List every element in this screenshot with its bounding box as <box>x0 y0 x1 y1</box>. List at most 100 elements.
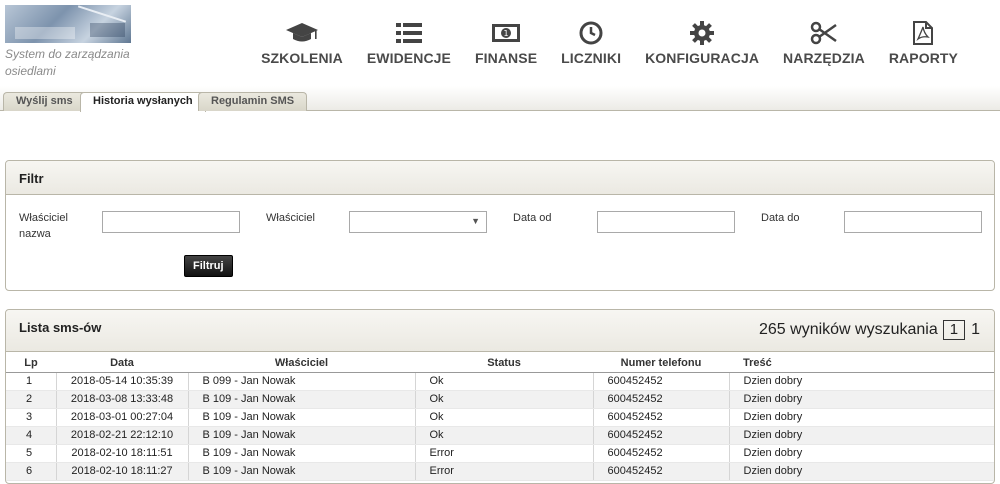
tab-regulamin-sms[interactable]: Regulamin SMS <box>198 92 308 111</box>
logo-image[interactable] <box>5 5 131 43</box>
owner-select[interactable]: ▼ <box>349 211 487 233</box>
graduation-cap-icon <box>285 20 319 46</box>
cell-lp: 3 <box>6 408 56 427</box>
nav-ewidencje[interactable]: EWIDENCJE <box>355 20 463 66</box>
current-page-input[interactable]: 1 <box>942 320 966 340</box>
results-count: 265 wyników wyszukania <box>759 321 938 338</box>
cell-text: Dzien dobry <box>728 372 994 391</box>
nav-label: LICZNIKI <box>561 50 622 66</box>
svg-text:1: 1 <box>504 29 509 38</box>
col-status[interactable]: Status <box>415 354 593 373</box>
cell-status: Ok <box>414 390 593 409</box>
cell-text: Dzien dobry <box>728 408 994 427</box>
date-from-label: Data od <box>513 212 552 224</box>
filter-panel: Filtr Właściciel nazwa Właściciel ▼ Data… <box>5 160 995 291</box>
cell-date: 2018-03-08 13:33:48 <box>55 390 188 409</box>
clock-icon <box>579 20 603 46</box>
col-numer-telefonu[interactable]: Numer telefonu <box>593 354 729 373</box>
date-to-label: Data do <box>761 212 800 224</box>
pdf-file-icon <box>913 20 934 46</box>
nav-label: SZKOLENIA <box>261 50 343 66</box>
nav-szkolenia[interactable]: SZKOLENIA <box>249 20 355 66</box>
nav-label: FINANSE <box>475 50 538 66</box>
cell-date: 2018-05-14 10:35:39 <box>55 372 188 391</box>
cell-text: Dzien dobry <box>728 444 994 463</box>
list-panel-header: Lista sms-ów 265 wyników wyszukania 1 1 <box>6 310 994 352</box>
col-tresc[interactable]: Treść <box>729 354 994 373</box>
owner-name-label: Właściciel nazwa <box>19 212 68 240</box>
cell-phone: 600452452 <box>592 372 729 391</box>
gear-icon <box>690 20 715 46</box>
col-wlasciciel[interactable]: Właściciel <box>188 354 415 373</box>
cell-date: 2018-02-10 18:11:27 <box>55 462 188 481</box>
cell-phone: 600452452 <box>592 390 729 409</box>
col-data[interactable]: Data <box>56 354 188 373</box>
pagination: 265 wyników wyszukania 1 1 <box>759 320 980 340</box>
logo-text: System do zarządzania osiedlami <box>5 47 130 78</box>
date-from-input[interactable] <box>597 211 735 233</box>
cell-owner: B 109 - Jan Nowak <box>187 408 415 427</box>
nav-finanse[interactable]: 1 FINANSE <box>463 20 549 66</box>
sms-list-panel: Lista sms-ów 265 wyników wyszukania 1 1 … <box>5 309 995 484</box>
table-row[interactable]: 4 2018-02-21 22:12:10 B 109 - Jan Nowak … <box>6 426 994 445</box>
cell-status: Ok <box>414 372 593 391</box>
cell-date: 2018-02-10 18:11:51 <box>55 444 188 463</box>
table-row[interactable]: 1 2018-05-14 10:35:39 B 099 - Jan Nowak … <box>6 372 994 391</box>
cell-phone: 600452452 <box>592 408 729 427</box>
sms-table-body: 1 2018-05-14 10:35:39 B 099 - Jan Nowak … <box>6 372 994 481</box>
nav-label: NARZĘDZIA <box>783 50 865 66</box>
cell-owner: B 099 - Jan Nowak <box>187 372 415 391</box>
cell-text: Dzien dobry <box>728 462 994 481</box>
cell-text: Dzien dobry <box>728 426 994 445</box>
app-header: System do zarządzania osiedlami SZKOLENI… <box>0 0 1000 86</box>
list-title: Lista sms-ów <box>19 320 102 335</box>
cell-text: Dzien dobry <box>728 390 994 409</box>
sms-table: Lp Data Właściciel Status Numer telefonu… <box>6 354 994 481</box>
nav-liczniki[interactable]: LICZNIKI <box>549 20 633 66</box>
cell-status: Ok <box>414 426 593 445</box>
owner-name-input[interactable] <box>102 211 240 233</box>
nav-konfiguracja[interactable]: KONFIGURACJA <box>633 20 771 66</box>
cell-owner: B 109 - Jan Nowak <box>187 444 415 463</box>
cell-lp: 6 <box>6 462 56 481</box>
filter-title: Filtr <box>19 171 44 186</box>
cell-phone: 600452452 <box>592 426 729 445</box>
chevron-down-icon: ▼ <box>471 216 480 226</box>
nav-label: RAPORTY <box>888 50 958 66</box>
cell-phone: 600452452 <box>592 444 729 463</box>
cell-owner: B 109 - Jan Nowak <box>187 426 415 445</box>
tab-bar: Wyślij sms Historia wysłanych Regulamin … <box>0 86 1000 112</box>
scissors-icon <box>810 20 838 46</box>
money-icon: 1 <box>491 20 521 46</box>
table-row[interactable]: 5 2018-02-10 18:11:51 B 109 - Jan Nowak … <box>6 444 994 463</box>
filter-button[interactable]: Filtruj <box>184 255 233 277</box>
tab-wyslij-sms[interactable]: Wyślij sms <box>3 92 86 111</box>
table-row[interactable]: 3 2018-03-01 00:27:04 B 109 - Jan Nowak … <box>6 408 994 427</box>
col-lp[interactable]: Lp <box>6 354 56 373</box>
owner-label: Właściciel <box>266 212 315 224</box>
cell-lp: 1 <box>6 372 56 391</box>
nav-label: KONFIGURACJA <box>645 50 760 66</box>
nav-narzedzia[interactable]: NARZĘDZIA <box>771 20 877 66</box>
table-header-row: Lp Data Właściciel Status Numer telefonu… <box>6 354 994 373</box>
list-icon <box>395 20 422 46</box>
cell-date: 2018-02-21 22:12:10 <box>55 426 188 445</box>
cell-status: Ok <box>414 408 593 427</box>
nav-raporty[interactable]: RAPORTY <box>877 20 970 66</box>
date-to-input[interactable] <box>844 211 982 233</box>
cell-owner: B 109 - Jan Nowak <box>187 462 415 481</box>
cell-lp: 2 <box>6 390 56 409</box>
cell-lp: 4 <box>6 426 56 445</box>
cell-date: 2018-03-01 00:27:04 <box>55 408 188 427</box>
cell-status: Error <box>414 462 593 481</box>
nav-label: EWIDENCJE <box>366 50 451 66</box>
table-row[interactable]: 6 2018-02-10 18:11:27 B 109 - Jan Nowak … <box>6 462 994 481</box>
cell-status: Error <box>414 444 593 463</box>
total-pages: 1 <box>971 321 980 338</box>
main-nav: SZKOLENIA EWIDENCJE 1 FINANSE LICZNIKI K… <box>249 20 970 66</box>
filter-panel-header: Filtr <box>6 161 994 195</box>
cell-phone: 600452452 <box>592 462 729 481</box>
tab-historia-wyslanych[interactable]: Historia wysłanych <box>80 92 206 112</box>
cell-owner: B 109 - Jan Nowak <box>187 390 415 409</box>
table-row[interactable]: 2 2018-03-08 13:33:48 B 109 - Jan Nowak … <box>6 390 994 409</box>
